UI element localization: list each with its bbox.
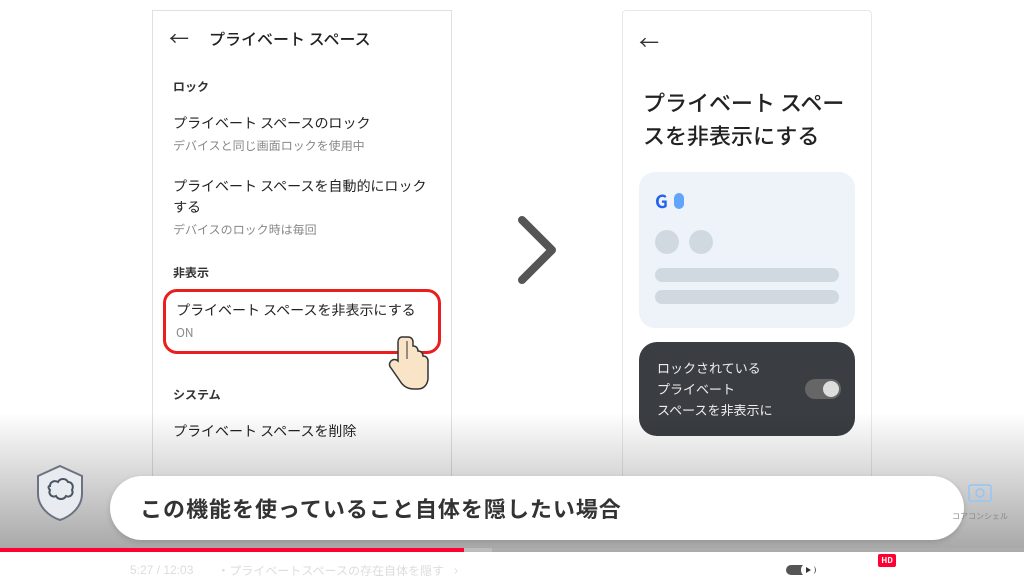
time-display: 5:27 / 12:03 [130,563,193,577]
skeleton-bar [655,290,839,304]
google-logo-placeholder: G [655,188,839,214]
phone-header-title: プライベート スペース [209,26,371,50]
g-letter-icon: G [655,188,668,214]
section-label-lock: ロック [153,64,451,103]
page-heading: プライベート スペースを非表示にする [643,86,851,152]
hd-badge: HD [878,554,896,567]
phone-settings-panel: ← プライベート スペース ロック プライベート スペースのロック デバイスと同… [152,10,452,490]
setting-title: プライベート スペースを自動的にロックする [173,176,431,218]
pill-icon [674,193,684,209]
setting-title: プライベート スペースのロック [173,113,431,134]
total-duration: 12:03 [163,563,193,577]
illustration-card: G [639,172,855,328]
locked-private-space-card: ロックされている プライベート スペースを非表示に [639,342,855,436]
brand-logo-right: コアコンシェル [952,479,1008,522]
volume-button[interactable] [92,560,112,580]
theater-mode-button[interactable] [948,560,972,580]
phone-header: ← プライベート スペース [153,11,451,64]
setting-subtitle: デバイスのロック時は毎回 [173,221,431,238]
highlighted-setting-hide[interactable]: プライベート スペースを非表示にする ON [163,289,441,354]
skeleton-circle [689,230,713,254]
play-button[interactable] [14,559,36,581]
captions-button[interactable] [834,560,854,580]
brand-text: コアコンシェル [952,511,1008,522]
section-label-hide: 非表示 [153,250,451,289]
current-time: 5:27 [130,563,153,577]
channel-logo-badge [30,462,90,522]
setting-title: プライベート スペースを非表示にする [176,300,428,321]
chevron-right-icon [512,10,562,490]
setting-title: プライベート スペースを削除 [173,421,431,442]
toggle-switch[interactable] [805,379,841,399]
next-button[interactable] [54,560,74,580]
autoplay-toggle[interactable] [786,562,816,578]
subtitle-bubble: この機能を使っていること自体を隠したい場合 [110,476,964,540]
skeleton-circle [655,230,679,254]
phone-hide-detail-panel: ← プライベート スペースを非表示にする G ロックされている プライベート ス… [622,10,872,490]
back-arrow-icon[interactable]: ← [639,27,855,56]
subtitle-text: この機能を使っていること自体を隠したい場合 [140,492,934,524]
back-arrow-icon[interactable]: ← [169,23,189,52]
pointing-hand-icon [380,331,430,396]
dark-card-line: ロックされている [657,358,837,379]
fullscreen-button[interactable] [990,560,1010,580]
setting-delete-private-space[interactable]: プライベート スペースを削除 [153,411,451,454]
video-content-area: ← プライベート スペース ロック プライベート スペースのロック デバイスと同… [0,0,1024,552]
video-player-controls: 5:27 / 12:03 ・プライベートスペースの存在自体を隠す HD [0,552,1024,588]
setting-private-space-lock[interactable]: プライベート スペースのロック デバイスと同じ画面ロックを使用中 [153,103,451,166]
dark-card-line: スペースを非表示に [657,400,837,421]
skeleton-bar [655,268,839,282]
miniplayer-button[interactable] [910,560,930,580]
setting-auto-lock[interactable]: プライベート スペースを自動的にロックする デバイスのロック時は毎回 [153,166,451,250]
chapter-title[interactable]: ・プライベートスペースの存在自体を隠す [217,562,460,579]
settings-button[interactable]: HD [872,560,892,580]
setting-subtitle: デバイスと同じ画面ロックを使用中 [173,137,431,154]
